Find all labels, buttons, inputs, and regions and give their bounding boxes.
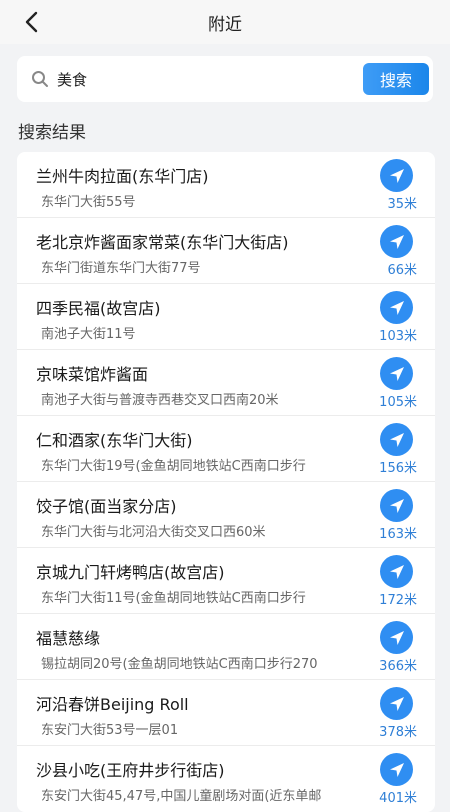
place-name: 京味菜馆炸酱面 bbox=[36, 365, 149, 384]
search-icon bbox=[31, 70, 49, 88]
search-button[interactable]: 搜索 bbox=[363, 63, 429, 95]
distance-label: 172米 bbox=[379, 593, 417, 608]
list-item[interactable]: 京城九门轩烤鸭店(故宫店) 东华门大街11号(金鱼胡同地铁站C西南口步行 172米 bbox=[17, 548, 435, 614]
place-address: 东华门街道东华门大街77号 bbox=[41, 261, 201, 276]
distance-label: 366米 bbox=[379, 659, 417, 674]
distance-label: 163米 bbox=[379, 527, 417, 542]
place-address: 东安门大街53号一层01 bbox=[41, 723, 179, 738]
distance-label: 105米 bbox=[379, 395, 417, 410]
list-item[interactable]: 河沿春饼Beijing Roll 东安门大街53号一层01 378米 bbox=[17, 680, 435, 746]
list-item[interactable]: 老北京炸酱面家常菜(东华门大街店) 东华门街道东华门大街77号 66米 bbox=[17, 218, 435, 284]
place-address: 南池子大街11号 bbox=[41, 327, 136, 342]
list-item[interactable]: 福慧慈缘锡拉胡同20号(金鱼胡同地铁站C西南口步行270 366米 bbox=[17, 614, 435, 680]
place-name: 福慧慈缘 bbox=[36, 629, 101, 648]
place-address: 东华门大街55号 bbox=[41, 195, 136, 210]
list-item[interactable]: 沙县小吃(王府井步行街店) 东安门大街45,47号,中国儿童剧场对面(近东单邮 40… bbox=[17, 746, 435, 812]
place-name: 仁和酒家(东华门大街) bbox=[36, 431, 193, 450]
place-address: 南池子大街与普渡寺西巷交叉口西南20米 bbox=[41, 393, 279, 408]
search-bar: 搜索 bbox=[17, 56, 433, 102]
navigation-arrow-icon[interactable] bbox=[380, 225, 413, 258]
place-address: 东华门大街11号(金鱼胡同地铁站C西南口步行 bbox=[41, 591, 306, 606]
navigation-arrow-icon[interactable] bbox=[380, 753, 413, 786]
list-item[interactable]: 兰州牛肉拉面(东华门店) 东华门大街55号 35米 bbox=[17, 152, 435, 218]
navigation-bar: 附近 bbox=[0, 0, 450, 44]
list-item[interactable]: 京味菜馆炸酱面南池子大街与普渡寺西巷交叉口西南20米 105米 bbox=[17, 350, 435, 416]
place-name: 河沿春饼Beijing Roll bbox=[36, 695, 189, 714]
distance-label: 66米 bbox=[387, 263, 417, 278]
list-item[interactable]: 饺子馆(面当家分店) 东华门大街与北河沿大街交叉口西60米 163米 bbox=[17, 482, 435, 548]
navigation-arrow-icon[interactable] bbox=[380, 555, 413, 588]
back-button[interactable] bbox=[18, 8, 46, 36]
distance-label: 378米 bbox=[379, 725, 417, 740]
list-item[interactable]: 仁和酒家(东华门大街) 东华门大街19号(金鱼胡同地铁站C西南口步行 156米 bbox=[17, 416, 435, 482]
distance-label: 401米 bbox=[379, 791, 417, 806]
place-address: 锡拉胡同20号(金鱼胡同地铁站C西南口步行270 bbox=[41, 657, 318, 672]
distance-label: 156米 bbox=[379, 461, 417, 476]
page-title: 附近 bbox=[208, 14, 242, 35]
place-name: 饺子馆(面当家分店) bbox=[36, 497, 177, 516]
navigation-arrow-icon[interactable] bbox=[380, 423, 413, 456]
distance-label: 35米 bbox=[387, 197, 417, 212]
navigation-arrow-icon[interactable] bbox=[380, 357, 413, 390]
results-heading: 搜索结果 bbox=[18, 123, 86, 143]
navigation-arrow-icon[interactable] bbox=[380, 489, 413, 522]
place-address: 东安门大街45,47号,中国儿童剧场对面(近东单邮 bbox=[41, 789, 322, 804]
chevron-left-icon bbox=[25, 11, 38, 33]
distance-label: 103米 bbox=[379, 329, 417, 344]
place-address: 东华门大街19号(金鱼胡同地铁站C西南口步行 bbox=[41, 459, 306, 474]
search-input[interactable] bbox=[57, 70, 347, 88]
navigation-arrow-icon[interactable] bbox=[380, 621, 413, 654]
navigation-arrow-icon[interactable] bbox=[380, 687, 413, 720]
place-name: 老北京炸酱面家常菜(东华门大街店) bbox=[36, 233, 289, 252]
place-name: 京城九门轩烤鸭店(故宫店) bbox=[36, 563, 225, 582]
results-list: 兰州牛肉拉面(东华门店) 东华门大街55号 35米老北京炸酱面家常菜(东华门大街店)… bbox=[17, 152, 435, 812]
place-name: 四季民福(故宫店) bbox=[36, 299, 161, 318]
place-name: 沙县小吃(王府井步行街店) bbox=[36, 761, 225, 780]
place-name: 兰州牛肉拉面(东华门店) bbox=[36, 167, 209, 186]
list-item[interactable]: 四季民福(故宫店) 南池子大街11号 103米 bbox=[17, 284, 435, 350]
place-address: 东华门大街与北河沿大街交叉口西60米 bbox=[41, 525, 266, 540]
navigation-arrow-icon[interactable] bbox=[380, 159, 413, 192]
navigation-arrow-icon[interactable] bbox=[380, 291, 413, 324]
